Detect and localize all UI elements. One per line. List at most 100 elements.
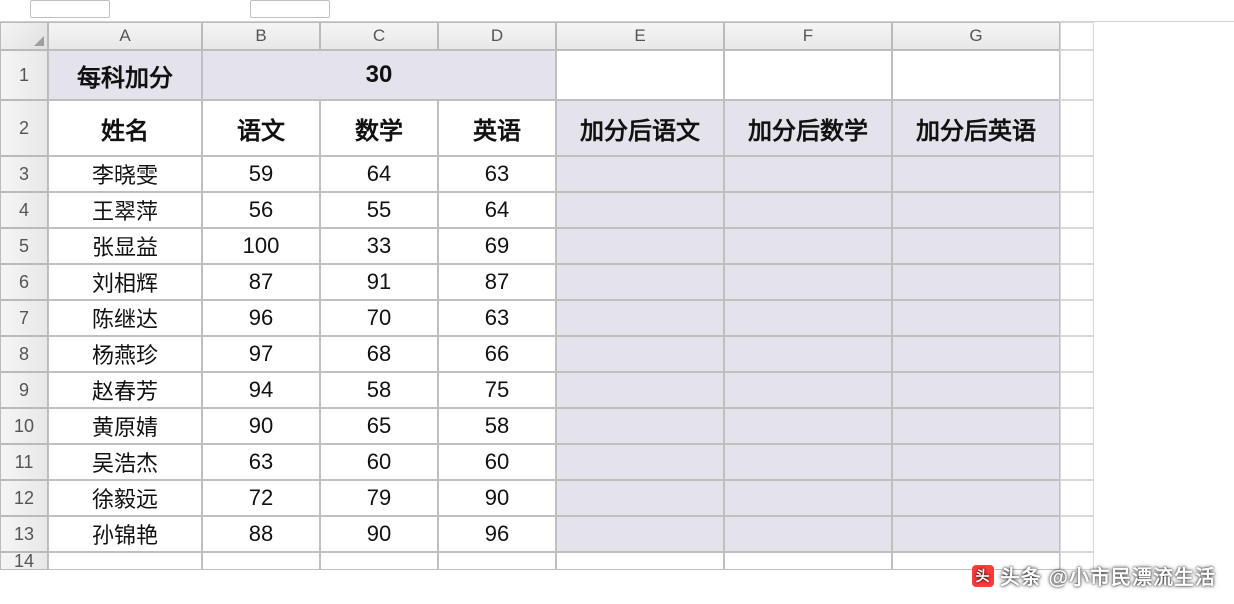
row-header-6[interactable]: 6 — [0, 264, 48, 300]
cell-B3[interactable]: 59 — [202, 156, 320, 192]
cell-B9[interactable]: 94 — [202, 372, 320, 408]
cell-E7[interactable] — [556, 300, 724, 336]
cell-extra-11[interactable] — [1060, 444, 1094, 480]
cell-D6[interactable]: 87 — [438, 264, 556, 300]
cell-G1[interactable] — [892, 50, 1060, 100]
cell-extra-3[interactable] — [1060, 156, 1094, 192]
cell-F8[interactable] — [724, 336, 892, 372]
cell-D12[interactable]: 90 — [438, 480, 556, 516]
cell-F9[interactable] — [724, 372, 892, 408]
spreadsheet-grid[interactable]: A B C D E F G 1 每科加分 30 2 姓名 语文 数学 英语 加分… — [0, 22, 1234, 570]
col-header-B[interactable]: B — [202, 22, 320, 50]
cell-B13[interactable]: 88 — [202, 516, 320, 552]
cell-C4[interactable]: 55 — [320, 192, 438, 228]
row-header-2[interactable]: 2 — [0, 100, 48, 156]
cell-C8[interactable]: 68 — [320, 336, 438, 372]
cell-A14[interactable] — [48, 552, 202, 570]
cell-C13[interactable]: 90 — [320, 516, 438, 552]
cell-A9[interactable]: 赵春芳 — [48, 372, 202, 408]
cell-F5[interactable] — [724, 228, 892, 264]
cell-F3[interactable] — [724, 156, 892, 192]
cell-B10[interactable]: 90 — [202, 408, 320, 444]
cell-B2[interactable]: 语文 — [202, 100, 320, 156]
cell-B1-D1-merged[interactable]: 30 — [202, 50, 556, 100]
row-header-1[interactable]: 1 — [0, 50, 48, 100]
cell-A11[interactable]: 吴浩杰 — [48, 444, 202, 480]
cell-extra-8[interactable] — [1060, 336, 1094, 372]
col-header-A[interactable]: A — [48, 22, 202, 50]
cell-G9[interactable] — [892, 372, 1060, 408]
cell-extra-6[interactable] — [1060, 264, 1094, 300]
cell-D8[interactable]: 66 — [438, 336, 556, 372]
cell-extra-7[interactable] — [1060, 300, 1094, 336]
cell-G6[interactable] — [892, 264, 1060, 300]
cell-E12[interactable] — [556, 480, 724, 516]
cell-extra-13[interactable] — [1060, 516, 1094, 552]
row-header-12[interactable]: 12 — [0, 480, 48, 516]
cell-E9[interactable] — [556, 372, 724, 408]
cell-D13[interactable]: 96 — [438, 516, 556, 552]
cell-A5[interactable]: 张显益 — [48, 228, 202, 264]
cell-G10[interactable] — [892, 408, 1060, 444]
cell-E4[interactable] — [556, 192, 724, 228]
cell-B5[interactable]: 100 — [202, 228, 320, 264]
cell-C6[interactable]: 91 — [320, 264, 438, 300]
cell-B8[interactable]: 97 — [202, 336, 320, 372]
cell-F2[interactable]: 加分后数学 — [724, 100, 892, 156]
row-header-5[interactable]: 5 — [0, 228, 48, 264]
cell-D5[interactable]: 69 — [438, 228, 556, 264]
cell-E6[interactable] — [556, 264, 724, 300]
cell-A4[interactable]: 王翠萍 — [48, 192, 202, 228]
row-header-9[interactable]: 9 — [0, 372, 48, 408]
cell-extra-5[interactable] — [1060, 228, 1094, 264]
cell-E14[interactable] — [556, 552, 724, 570]
cell-G8[interactable] — [892, 336, 1060, 372]
cell-A3[interactable]: 李晓雯 — [48, 156, 202, 192]
cell-A12[interactable]: 徐毅远 — [48, 480, 202, 516]
row-header-10[interactable]: 10 — [0, 408, 48, 444]
cell-D3[interactable]: 63 — [438, 156, 556, 192]
cell-F12[interactable] — [724, 480, 892, 516]
cell-D9[interactable]: 75 — [438, 372, 556, 408]
row-header-7[interactable]: 7 — [0, 300, 48, 336]
cell-D11[interactable]: 60 — [438, 444, 556, 480]
cell-C12[interactable]: 79 — [320, 480, 438, 516]
cell-G11[interactable] — [892, 444, 1060, 480]
cell-E10[interactable] — [556, 408, 724, 444]
row-header-13[interactable]: 13 — [0, 516, 48, 552]
cell-A8[interactable]: 杨燕珍 — [48, 336, 202, 372]
cell-D2[interactable]: 英语 — [438, 100, 556, 156]
cell-extra-10[interactable] — [1060, 408, 1094, 444]
cell-C7[interactable]: 70 — [320, 300, 438, 336]
cell-G2[interactable]: 加分后英语 — [892, 100, 1060, 156]
col-header-D[interactable]: D — [438, 22, 556, 50]
cell-C14[interactable] — [320, 552, 438, 570]
cell-F10[interactable] — [724, 408, 892, 444]
cell-A6[interactable]: 刘相辉 — [48, 264, 202, 300]
cell-extra-2[interactable] — [1060, 100, 1094, 156]
select-all-corner[interactable] — [0, 22, 48, 50]
formula-box[interactable] — [250, 0, 330, 18]
cell-G3[interactable] — [892, 156, 1060, 192]
cell-C5[interactable]: 33 — [320, 228, 438, 264]
cell-E8[interactable] — [556, 336, 724, 372]
cell-C9[interactable]: 58 — [320, 372, 438, 408]
cell-D4[interactable]: 64 — [438, 192, 556, 228]
cell-E1[interactable] — [556, 50, 724, 100]
cell-extra-4[interactable] — [1060, 192, 1094, 228]
row-header-14[interactable]: 14 — [0, 552, 48, 570]
col-header-extra[interactable] — [1060, 22, 1094, 50]
name-box[interactable] — [30, 0, 110, 18]
cell-G4[interactable] — [892, 192, 1060, 228]
cell-F7[interactable] — [724, 300, 892, 336]
col-header-E[interactable]: E — [556, 22, 724, 50]
cell-B12[interactable]: 72 — [202, 480, 320, 516]
row-header-11[interactable]: 11 — [0, 444, 48, 480]
cell-F11[interactable] — [724, 444, 892, 480]
col-header-C[interactable]: C — [320, 22, 438, 50]
cell-G5[interactable] — [892, 228, 1060, 264]
cell-F13[interactable] — [724, 516, 892, 552]
cell-extra-1[interactable] — [1060, 50, 1094, 100]
cell-C10[interactable]: 65 — [320, 408, 438, 444]
cell-C3[interactable]: 64 — [320, 156, 438, 192]
